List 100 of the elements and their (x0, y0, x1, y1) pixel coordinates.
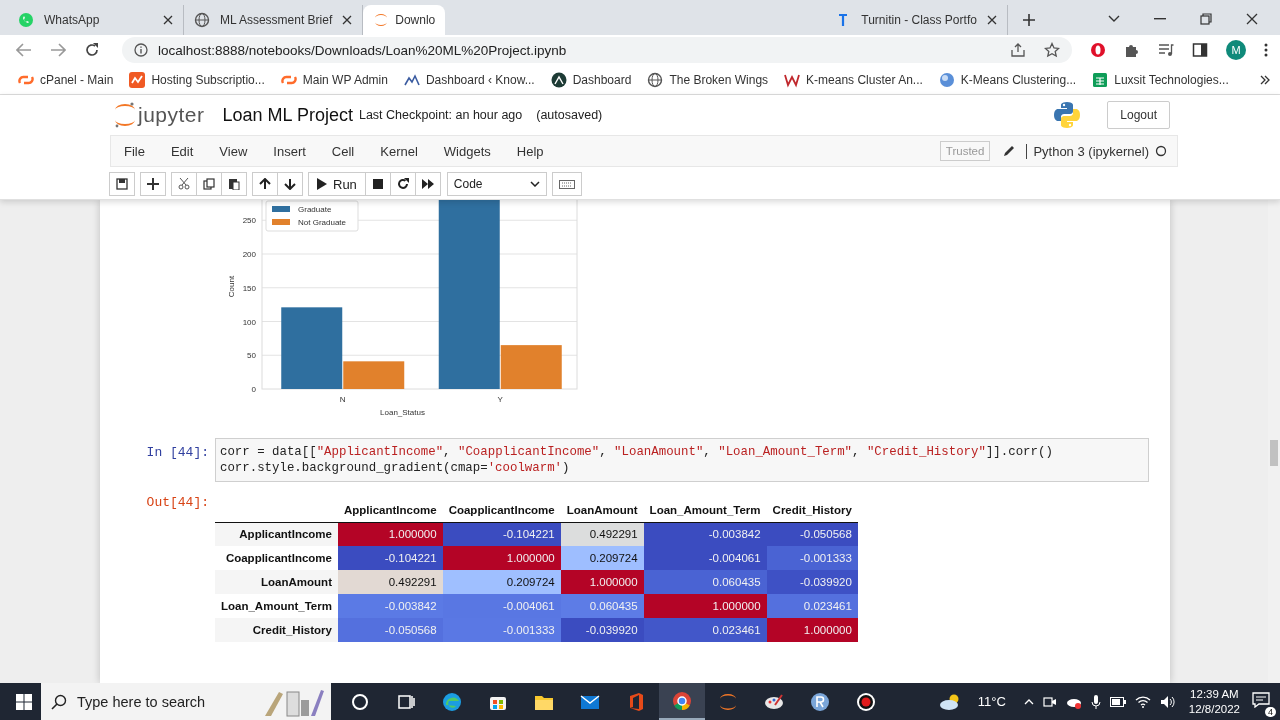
logout-button[interactable]: Logout (1107, 101, 1170, 129)
move-up-icon (259, 178, 271, 190)
stop-button[interactable] (364, 172, 391, 196)
table-cell: -0.004061 (442, 594, 561, 618)
address-field[interactable]: localhost:8888/notebooks/Downloads/Loan%20ML%20Project.ipynb (122, 37, 1072, 63)
table-cell: 1.000000 (766, 618, 858, 642)
minimize-icon[interactable] (1154, 18, 1166, 20)
edge-icon[interactable] (441, 690, 463, 713)
close-icon[interactable] (1246, 13, 1258, 25)
jupyter-wordmark[interactable]: jupyter (138, 103, 205, 127)
whatsapp-icon (18, 12, 34, 28)
menu-item[interactable]: File (124, 143, 145, 159)
close-icon[interactable] (986, 15, 997, 25)
clock-date[interactable]: 12/8/2022 (1188, 701, 1240, 717)
puzzle-icon[interactable] (1124, 42, 1140, 58)
column-header: LoanAmount (560, 498, 644, 522)
row-header: Credit_History (215, 618, 338, 642)
save-icon (116, 178, 128, 190)
share-icon[interactable] (1010, 42, 1026, 58)
notebook-title[interactable]: Loan ML Project (222, 104, 353, 126)
star-icon[interactable] (1044, 42, 1060, 58)
menu-item[interactable]: Insert (273, 143, 306, 159)
insert-cell-icon (147, 178, 159, 190)
table-cell: 0.023461 (766, 594, 858, 618)
paste-button[interactable] (221, 172, 247, 196)
cut-button[interactable] (171, 172, 197, 196)
reload-icon[interactable] (84, 42, 100, 58)
menu-item[interactable]: Kernel (380, 143, 418, 159)
fast-forward-icon (421, 178, 434, 190)
r-app-icon[interactable] (809, 690, 831, 713)
more-icon[interactable] (1264, 42, 1268, 58)
column-header: CoapplicantIncome (442, 498, 561, 522)
close-icon[interactable] (342, 15, 353, 25)
close-icon[interactable] (163, 15, 173, 25)
code-editor[interactable]: corr = data[["ApplicantIncome", "CoapplicantIncome", "LoanAmount", "Loan_Amount_Term", "Credit_History"]].corr() corr.style.background_gradient(cmap='coolwarm') (215, 438, 1149, 482)
bookmark[interactable]: K-Means Clustering... (938, 71, 1077, 88)
stop-icon (371, 178, 384, 190)
chevron-up-icon[interactable] (1023, 698, 1034, 705)
chevron-down-icon[interactable] (1108, 15, 1120, 23)
notification-icon[interactable] (1252, 692, 1270, 708)
column-header: ApplicantIncome (337, 498, 443, 522)
record-icon[interactable] (855, 690, 877, 713)
bookmark[interactable]: K-means Cluster An... (784, 71, 923, 88)
run-button[interactable]: Run (308, 172, 366, 196)
copy-button[interactable] (196, 172, 222, 196)
menu-item[interactable]: Help (516, 143, 544, 159)
keyboard-button[interactable] (551, 172, 582, 196)
wifi-icon[interactable] (1134, 695, 1151, 708)
bookmark[interactable]: The Broken Wings (647, 71, 769, 88)
bookmark[interactable]: Dashboard ‹ Know... (403, 71, 535, 88)
opera-icon[interactable] (1090, 42, 1106, 58)
menu-item[interactable]: View (219, 143, 248, 159)
bookmark[interactable]: cPanel - Main (18, 71, 114, 88)
cell-type-dropdown[interactable]: Code (446, 172, 547, 196)
temperature-label[interactable]: 11°C (977, 694, 1006, 709)
bookmark[interactable]: Dashboard (550, 71, 632, 88)
forward-icon[interactable] (50, 43, 66, 57)
restore-icon[interactable] (1200, 13, 1212, 25)
taskbar-search-field[interactable]: Type here to search (41, 683, 331, 720)
menu-item[interactable]: Widgets (443, 143, 491, 159)
axis-tick-label: 200 (242, 250, 256, 259)
table-cell: 0.492291 (337, 570, 443, 594)
save-button[interactable] (109, 172, 135, 196)
microphone-icon[interactable] (1090, 694, 1101, 709)
table-cell: -0.039920 (560, 618, 644, 642)
windows-start-icon[interactable] (16, 693, 32, 710)
fast-forward-button[interactable] (414, 172, 441, 196)
pencil-icon[interactable] (1002, 144, 1017, 158)
move-up-button[interactable] (252, 172, 278, 196)
table-cell: -0.003842 (337, 594, 443, 618)
sphere-icon (938, 71, 955, 88)
search-icon (51, 693, 67, 710)
menu-item[interactable]: Cell (331, 143, 355, 159)
kernel-idle-icon (1155, 145, 1167, 157)
new-tab-icon[interactable] (1021, 13, 1036, 27)
battery-icon[interactable] (1109, 696, 1126, 707)
bookmark[interactable]: Main WP Admin (280, 71, 388, 88)
table-cell: -0.104221 (337, 546, 443, 570)
tab-title: WhatsApp (44, 13, 101, 27)
scrollbar-thumb[interactable] (1270, 440, 1278, 466)
browser-tab[interactable]: Downlo (363, 5, 446, 35)
profile-avatar[interactable]: M (1226, 40, 1246, 60)
table-cell: 1.000000 (643, 594, 767, 618)
axis-tick-label: 50 (247, 351, 256, 361)
restart-button[interactable] (389, 172, 416, 196)
axis-title: Loan_Status (380, 408, 425, 417)
back-icon[interactable] (16, 43, 32, 57)
bookmark[interactable]: Hosting Subscriptio... (129, 71, 265, 88)
restart-icon (396, 178, 409, 190)
table-cell: 0.023461 (643, 618, 767, 642)
media-icon[interactable] (1158, 42, 1174, 58)
move-down-button[interactable] (277, 172, 303, 196)
insert-cell-button[interactable] (140, 172, 166, 196)
chevron-right-icon[interactable] (1260, 74, 1270, 85)
bookmark[interactable]: Luxsit Technologies... (1092, 71, 1229, 88)
chrome-icon[interactable] (671, 689, 693, 712)
side-panel-icon[interactable] (1192, 42, 1208, 58)
clock-time[interactable]: 12:39 AM (1190, 686, 1239, 702)
menu-item[interactable]: Edit (170, 143, 194, 159)
speaker-icon[interactable] (1159, 694, 1176, 709)
